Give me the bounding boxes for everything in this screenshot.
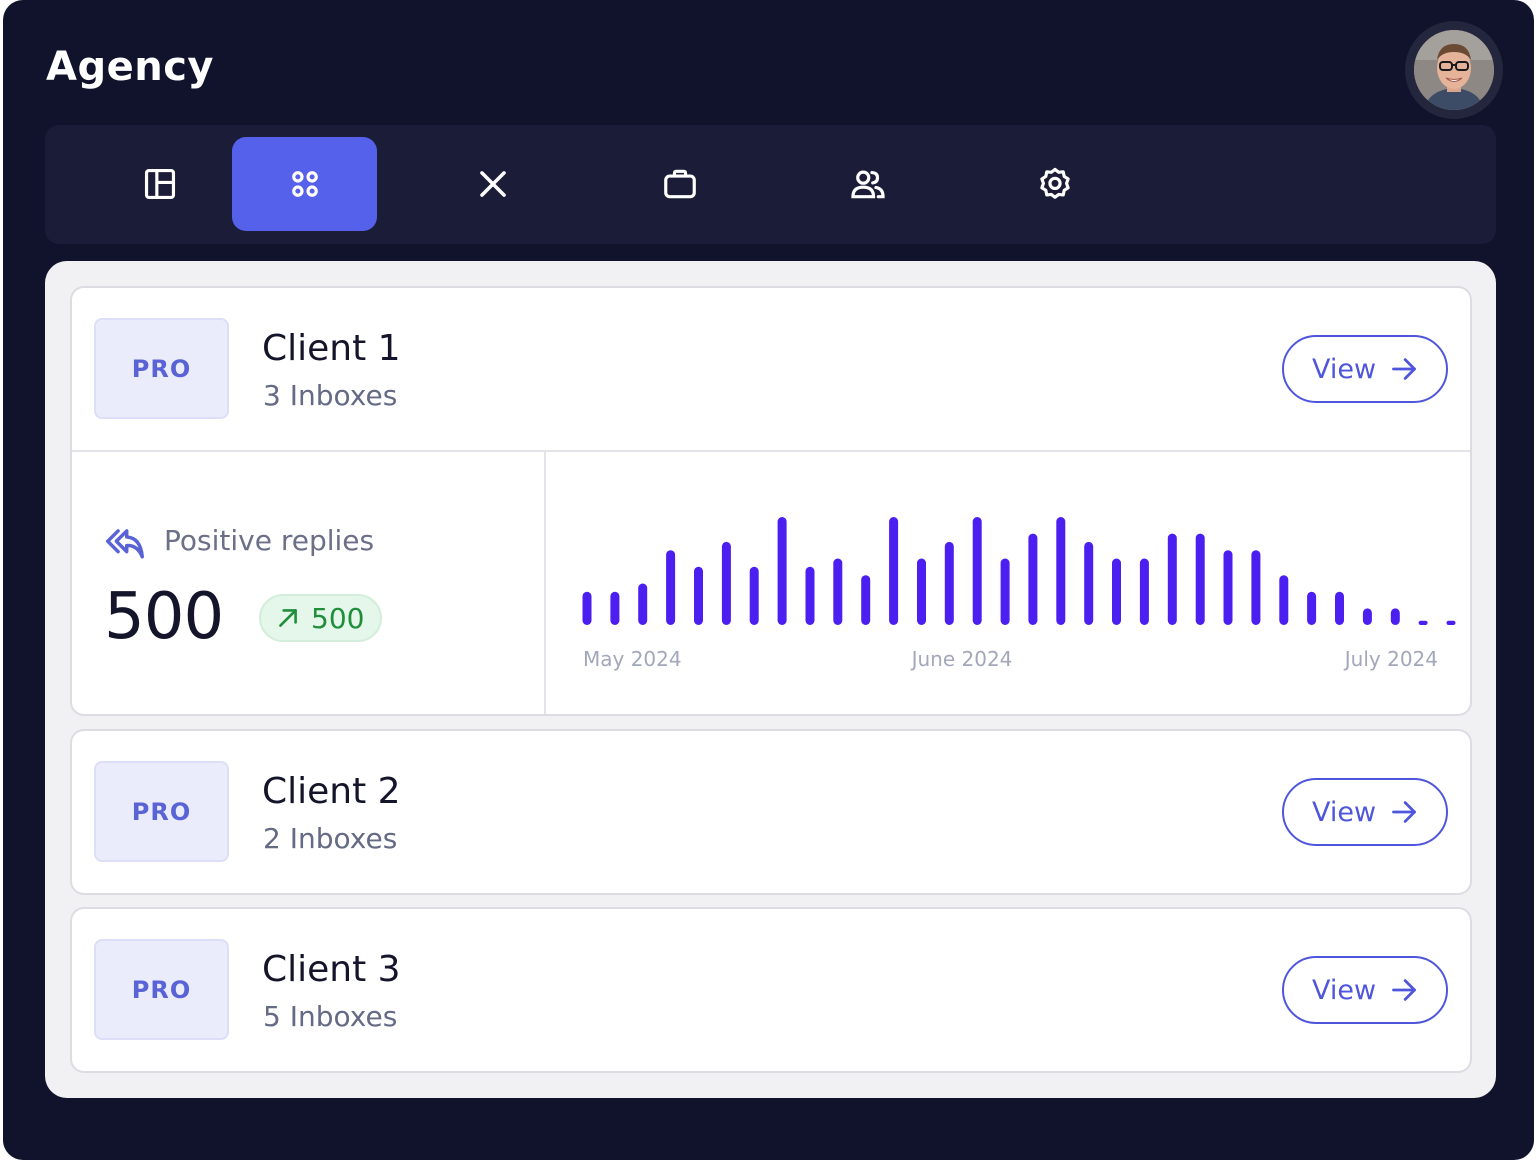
- tab-briefcase[interactable]: [607, 137, 752, 231]
- chart-bar: [1335, 591, 1344, 625]
- chart-bar: [749, 566, 759, 625]
- nav-tabbar: [45, 125, 1496, 244]
- chart-bar: [1223, 550, 1233, 625]
- avatar-image: [1414, 30, 1494, 110]
- chart-bar: [721, 541, 731, 625]
- chart-bar: [1279, 575, 1289, 625]
- chart-bar: [1251, 550, 1261, 625]
- chart-x-tick-label: May 2024: [583, 647, 682, 671]
- chart-bar: [638, 583, 648, 625]
- close-icon: [479, 171, 506, 197]
- client-name: Client 3: [262, 949, 401, 990]
- tab-users[interactable]: [795, 137, 940, 231]
- plan-badge: PRO: [94, 761, 229, 862]
- chart-bar: [1362, 608, 1372, 625]
- chart-bar: [805, 566, 815, 625]
- chart-bar: [1307, 591, 1317, 625]
- chart-bar: [917, 558, 926, 625]
- chart-bar: [777, 517, 787, 625]
- arrow-right-icon: [1392, 801, 1416, 823]
- settings-gear-icon: [1039, 167, 1070, 199]
- client-card: PRO Client 3 5 Inboxes View: [70, 907, 1472, 1073]
- chart-bar: [1000, 558, 1010, 625]
- chart-bar: [1028, 533, 1038, 625]
- chart-bar: [889, 517, 899, 625]
- client-card-header: PRO Client 1 3 Inboxes View: [72, 288, 1470, 450]
- delta-value: 500: [311, 601, 365, 635]
- avatar[interactable]: [1405, 21, 1503, 119]
- chart-bar: [1195, 533, 1205, 625]
- view-client-button[interactable]: View: [1282, 778, 1448, 846]
- chart-bar: [861, 575, 871, 625]
- inbox-count: 5 Inboxes: [263, 1000, 398, 1033]
- view-client-button[interactable]: View: [1282, 956, 1448, 1024]
- chart-bar: [1446, 620, 1456, 625]
- chart-bar: [1167, 533, 1177, 625]
- tab-layout[interactable]: [87, 137, 232, 231]
- chart-bar: [1418, 620, 1428, 625]
- chart-bar: [1390, 608, 1400, 625]
- chart-x-tick-label: July 2024: [1343, 647, 1438, 671]
- chart-bar: [944, 541, 954, 625]
- client-stats: Positive replies 500 500 May 2024 June 20…: [72, 450, 1470, 714]
- tab-close[interactable]: [420, 137, 565, 231]
- reply-all-icon: [105, 529, 144, 559]
- apps-grid-icon: [291, 171, 318, 197]
- client-card-header: PRO Client 3 5 Inboxes View: [72, 909, 1470, 1071]
- view-button-label: View: [1311, 796, 1377, 828]
- trend-up-icon: [279, 609, 297, 627]
- chart-bar: [833, 558, 843, 625]
- client-name: Client 1: [262, 328, 401, 369]
- view-client-button[interactable]: View: [1282, 335, 1448, 403]
- avatar-photo-icon: [1414, 30, 1494, 110]
- chart-bar: [1112, 558, 1121, 625]
- chart-bar: [610, 591, 620, 625]
- inbox-count: 2 Inboxes: [263, 822, 398, 855]
- clients-panel: PRO Client 1 3 Inboxes View Positive rep: [45, 261, 1496, 1098]
- inbox-count: 3 Inboxes: [263, 379, 398, 412]
- view-button-label: View: [1311, 974, 1377, 1006]
- client-card-header: PRO Client 2 2 Inboxes View: [72, 731, 1470, 893]
- chart-bar: [1084, 541, 1094, 625]
- app-window: Agency PRO Client 1 3 Inboxes View Posit…: [3, 0, 1534, 1160]
- page-title: Agency: [46, 44, 214, 90]
- chart-bar: [1056, 517, 1066, 625]
- chart-bar: [694, 566, 703, 625]
- client-card: PRO Client 2 2 Inboxes View: [70, 729, 1472, 895]
- chart-x-tick-label: June 2024: [910, 647, 1013, 671]
- replies-bar-chart: May 2024 June 2024 July 2024: [582, 517, 1456, 671]
- arrow-right-icon: [1392, 979, 1416, 1001]
- plan-badge: PRO: [94, 318, 229, 419]
- view-button-label: View: [1311, 353, 1377, 385]
- chart-bar: [666, 550, 676, 625]
- stat-label: Positive replies: [164, 524, 375, 557]
- stat-value: 500: [104, 580, 224, 654]
- chart-bar: [582, 591, 592, 625]
- client-card: PRO Client 1 3 Inboxes View Positive rep: [70, 286, 1472, 716]
- stats-summary: Positive replies 500 500: [72, 452, 546, 714]
- chart-bar: [972, 517, 982, 625]
- plan-badge: PRO: [94, 939, 229, 1040]
- users-icon: [850, 170, 885, 199]
- layout-icon: [144, 168, 175, 200]
- tab-apps[interactable]: [232, 137, 377, 231]
- client-name: Client 2: [262, 771, 401, 812]
- delta-badge: 500: [259, 594, 383, 642]
- tab-settings[interactable]: [982, 137, 1127, 231]
- briefcase-icon: [663, 169, 696, 199]
- chart-bar: [1139, 558, 1149, 625]
- arrow-right-icon: [1392, 358, 1416, 380]
